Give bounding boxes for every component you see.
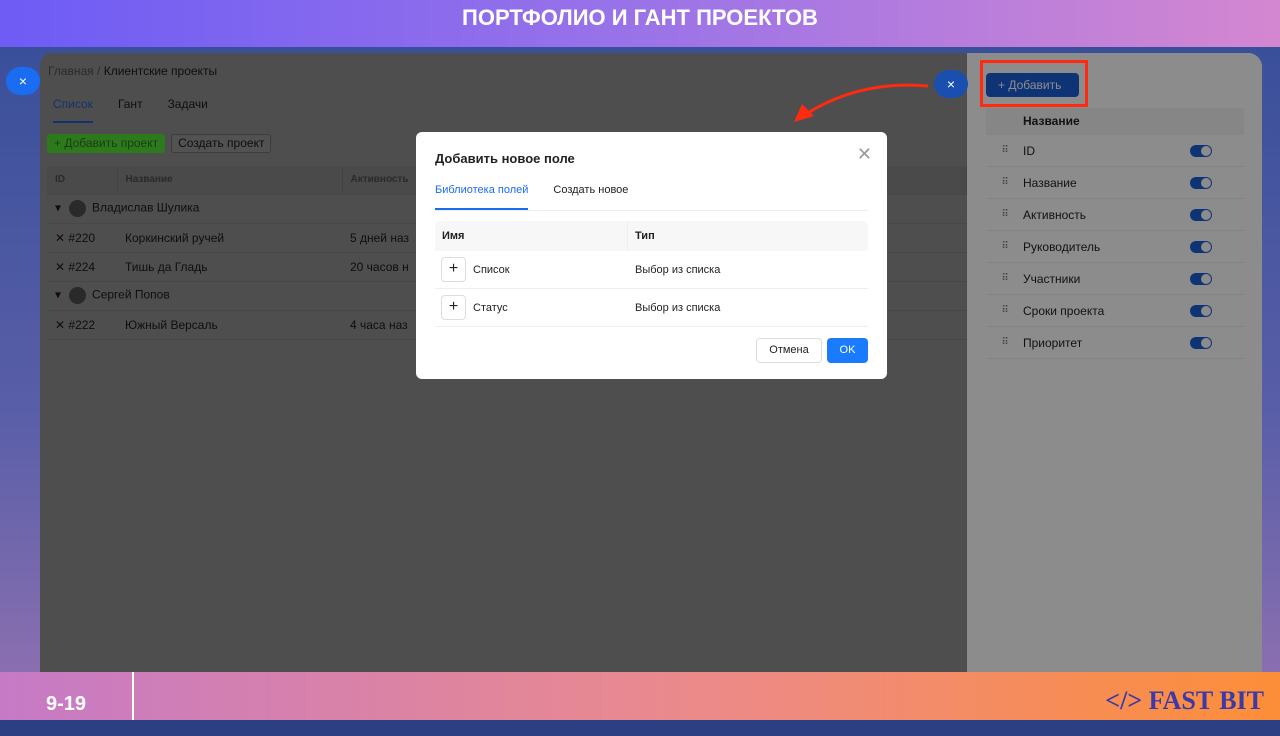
ok-button[interactable]: OK [827, 338, 868, 363]
annotation-arrow [794, 83, 929, 122]
close-icon[interactable]: ✕ [55, 231, 65, 245]
highlight-box [980, 60, 1088, 107]
row-id: #220 [68, 230, 96, 245]
tab-field-library[interactable]: Библиотека полей [435, 184, 529, 210]
columns-panel: + Добавить Название ⠿ ID ⠿ Название ⠿ Актив… [967, 53, 1262, 672]
row-id: #222 [68, 317, 96, 332]
group-owner: Сергей Попов [92, 287, 170, 302]
field-name: Статус [473, 301, 508, 314]
caret-down-icon: ▾ [55, 200, 62, 215]
fields-table: Имя Тип + Список Выбор из списка + Статус Выб… [435, 221, 868, 327]
avatar [69, 287, 87, 304]
field-type: Выбор из списка [635, 263, 721, 276]
dialog-title: Добавить новое поле [435, 151, 575, 166]
col-id: ID [47, 166, 118, 195]
add-project-button[interactable]: + Добавить проект [47, 134, 166, 153]
tab-list[interactable]: Список [53, 97, 93, 123]
row-name: Тишь да Гладь [117, 252, 342, 282]
row-id: #224 [68, 259, 96, 274]
field-row: + Список Выбор из списка [435, 251, 868, 289]
tab-tasks[interactable]: Задачи [168, 97, 208, 123]
avatar [69, 200, 87, 217]
cancel-button[interactable]: Отмена [756, 338, 822, 363]
view-tabs: Список Гант Задачи [53, 97, 208, 123]
col-type: Тип [635, 230, 655, 242]
close-icon[interactable]: ✕ [857, 144, 872, 165]
close-icon[interactable]: × [6, 67, 40, 95]
breadcrumb-current: Клиентские проекты [103, 64, 218, 78]
field-name: Список [473, 263, 510, 276]
page-number: 9-19 [0, 672, 134, 720]
add-field-dialog: Добавить новое поле ✕ Библиотека полей С… [416, 132, 887, 379]
col-name: Имя [435, 221, 628, 251]
add-field-button[interactable]: + [441, 257, 466, 282]
footer: 9-19 </> FAST BIT [0, 672, 1280, 720]
row-name: Коркинский ручей [117, 223, 342, 253]
col-name: Название [117, 166, 343, 195]
add-field-button[interactable]: + [441, 295, 466, 320]
create-project-button[interactable]: Создать проект [171, 134, 272, 153]
tab-create-new[interactable]: Создать новое [553, 184, 628, 210]
tab-gantt[interactable]: Гант [118, 97, 143, 123]
panel-overlay [967, 53, 1262, 672]
group-owner: Владислав Шулика [92, 200, 200, 215]
breadcrumb-sep: / [97, 64, 101, 78]
breadcrumb: Главная / Клиентские проекты [48, 64, 217, 78]
breadcrumb-home[interactable]: Главная [48, 64, 94, 78]
logo: </> FAST BIT [1105, 686, 1264, 715]
banner-title: ПОРТФОЛИО И ГАНТ ПРОЕКТОВ [0, 0, 1280, 47]
caret-down-icon: ▾ [55, 287, 62, 302]
field-row: + Статус Выбор из списка [435, 289, 868, 327]
close-icon[interactable]: ✕ [55, 260, 65, 274]
field-type: Выбор из списка [635, 301, 721, 314]
close-icon[interactable]: ✕ [55, 318, 65, 332]
row-name: Южный Версаль [117, 310, 342, 340]
